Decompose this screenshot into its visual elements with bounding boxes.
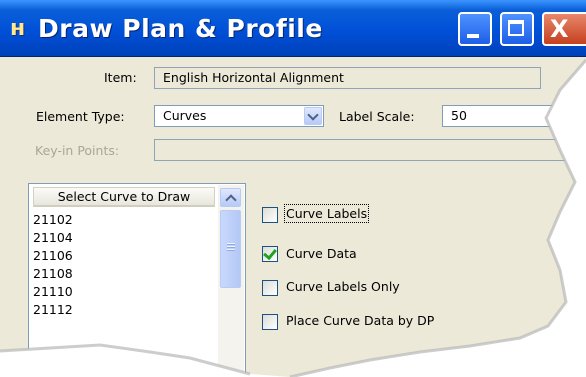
list-item[interactable]: 21112: [33, 302, 73, 318]
curve-labels-label[interactable]: Curve Labels: [283, 204, 370, 223]
curve-data-checkbox[interactable]: [262, 245, 278, 262]
list-item[interactable]: 21108: [33, 266, 73, 282]
list-item[interactable]: 21106: [33, 248, 73, 264]
list-item[interactable]: 21110: [33, 284, 73, 300]
check-icon: [263, 245, 277, 261]
list-item[interactable]: 21104: [33, 230, 73, 246]
place-curve-data-by-dp-checkbox[interactable]: [262, 314, 278, 330]
element-type-label: Element Type:: [36, 109, 125, 124]
maximize-icon: [508, 20, 524, 36]
scroll-up-button[interactable]: [220, 188, 241, 207]
grip-icon: [227, 243, 235, 251]
place-curve-data-by-dp-label[interactable]: Place Curve Data by DP: [286, 313, 434, 328]
scrollbar-thumb[interactable]: [220, 210, 241, 288]
chevron-up-icon: [225, 194, 237, 206]
draw-plan-profile-dialog: ʜ Draw Plan & Profile X Item: English Ho…: [0, 0, 586, 377]
element-type-value: Curves: [163, 108, 207, 123]
list-scrollbar[interactable]: [218, 185, 244, 377]
app-icon: ʜ: [10, 16, 26, 41]
element-type-combobox[interactable]: Curves: [154, 105, 324, 127]
title-bar[interactable]: ʜ Draw Plan & Profile X: [0, 0, 586, 57]
list-item[interactable]: 21102: [33, 212, 73, 228]
label-scale-value: 50: [451, 108, 467, 123]
curve-listbox[interactable]: Select Curve to Draw 21102 21104 21106 2…: [28, 183, 246, 377]
label-scale-label: Label Scale:: [339, 109, 415, 124]
window-title: Draw Plan & Profile: [38, 14, 323, 43]
curve-labels-only-checkbox[interactable]: [262, 280, 278, 296]
minimize-icon: [467, 34, 479, 38]
minimize-button[interactable]: [458, 12, 492, 46]
close-icon: X: [550, 15, 569, 43]
list-column-header[interactable]: Select Curve to Draw: [33, 187, 215, 207]
element-type-dropdown-button[interactable]: [304, 107, 322, 125]
keyin-points-label: Key-in Points:: [35, 143, 120, 158]
item-value: English Horizontal Alignment: [163, 70, 344, 85]
label-scale-input[interactable]: 50: [442, 105, 562, 127]
item-label: Item:: [104, 70, 137, 85]
curve-labels-only-label[interactable]: Curve Labels Only: [286, 279, 400, 294]
chevron-down-icon: [307, 109, 319, 121]
item-field: English Horizontal Alignment: [154, 67, 541, 89]
maximize-button[interactable]: [500, 12, 534, 46]
keyin-points-input: [154, 139, 574, 161]
curve-labels-checkbox[interactable]: [262, 207, 278, 223]
close-button[interactable]: X: [542, 12, 586, 46]
curve-data-label[interactable]: Curve Data: [286, 246, 357, 261]
